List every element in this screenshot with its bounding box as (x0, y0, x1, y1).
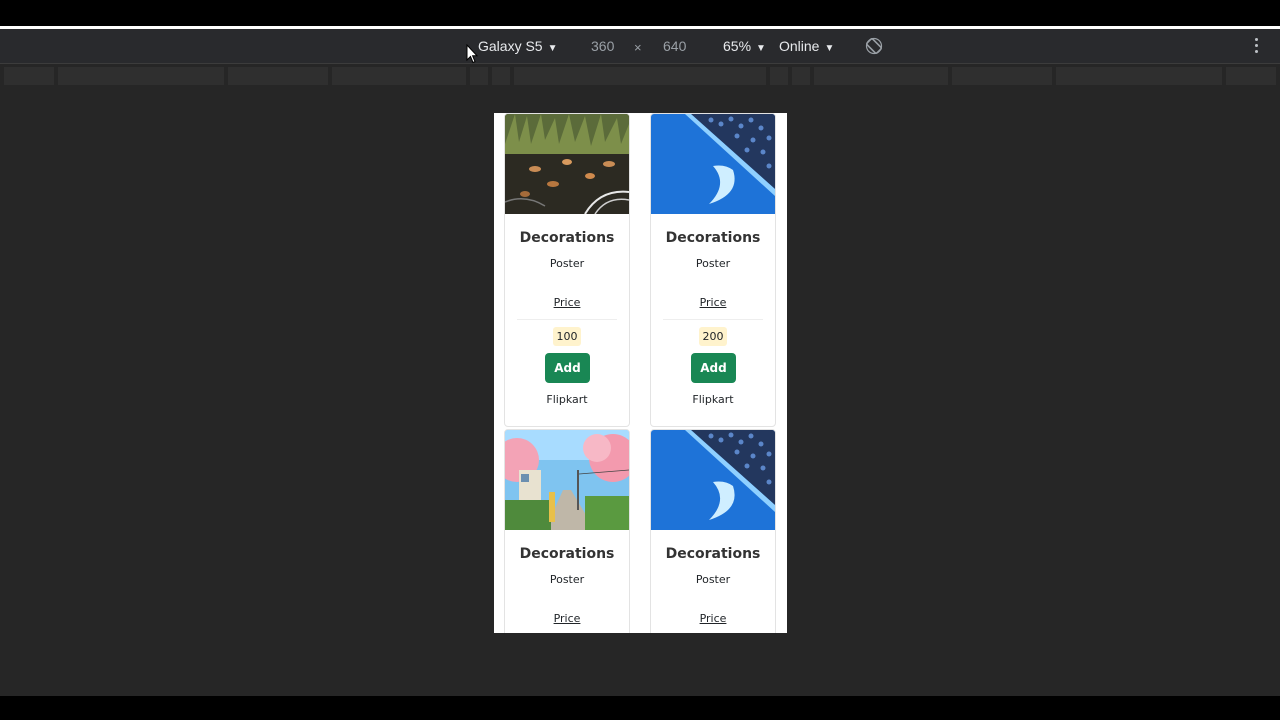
product-card: Decorations Poster Price 100 Add Flipkar… (504, 113, 630, 427)
media-query-segment[interactable] (792, 67, 810, 85)
zoom-caret-icon: ▼ (756, 43, 766, 54)
media-query-segment[interactable] (470, 67, 488, 85)
price-badge: 100 (553, 327, 581, 346)
divider (517, 319, 617, 320)
product-card: Decorations Poster Price 200 Add Flipkar… (650, 113, 776, 427)
emulated-page[interactable]: Decorations Poster Price 100 Add Flipkar… (494, 113, 787, 633)
store-name: Flipkart (546, 393, 588, 406)
media-query-bar (0, 64, 1280, 88)
dimension-times-icon: × (634, 40, 642, 55)
more-options-icon[interactable] (1254, 38, 1260, 56)
device-toolbar: Galaxy S5 ▼ 360 × 640 65% ▼ Online ▼ (0, 29, 1280, 64)
bottom-black-bar (0, 696, 1280, 720)
media-query-segment[interactable] (514, 67, 766, 85)
media-query-segment[interactable] (1056, 67, 1222, 85)
media-query-segment[interactable] (814, 67, 948, 85)
media-query-segment[interactable] (492, 67, 510, 85)
network-value: Online (779, 38, 820, 54)
zoom-value: 65% (723, 38, 752, 54)
product-category: Poster (549, 573, 585, 586)
product-image-street (505, 430, 629, 530)
network-caret-icon: ▼ (824, 43, 835, 54)
price-badge: 200 (699, 327, 727, 346)
price-label: Price (553, 612, 581, 625)
device-caret-icon: ▼ (547, 43, 558, 54)
media-query-segment[interactable] (952, 67, 1052, 85)
media-query-segment[interactable] (770, 67, 788, 85)
product-image-pool (651, 430, 775, 530)
media-query-segment[interactable] (58, 67, 224, 85)
media-query-segment[interactable] (1226, 67, 1276, 85)
zoom-select[interactable]: 65% ▼ (723, 38, 766, 54)
store-name: Flipkart (692, 393, 734, 406)
rotate-icon[interactable] (865, 37, 883, 55)
device-name: Galaxy S5 (478, 38, 543, 54)
price-label: Price (699, 296, 727, 309)
mouse-cursor-icon (466, 43, 479, 64)
product-title: Decorations (665, 546, 761, 562)
price-label: Price (699, 612, 727, 625)
product-category: Poster (695, 573, 731, 586)
add-button[interactable]: Add (545, 353, 590, 383)
network-select[interactable]: Online ▼ (779, 38, 834, 54)
media-query-segment[interactable] (4, 67, 54, 85)
price-label: Price (553, 296, 581, 309)
product-image-pond (505, 114, 629, 214)
product-card: Decorations Poster Price (650, 429, 776, 633)
height-input[interactable]: 640 (663, 38, 686, 54)
media-query-segment[interactable] (228, 67, 328, 85)
top-black-bar (0, 0, 1280, 26)
product-title: Decorations (665, 230, 761, 246)
product-category: Poster (695, 257, 731, 270)
product-card: Decorations Poster Price (504, 429, 630, 633)
product-title: Decorations (519, 546, 615, 562)
product-title: Decorations (519, 230, 615, 246)
divider (663, 319, 763, 320)
product-category: Poster (549, 257, 585, 270)
product-image-pool (651, 114, 775, 214)
device-select[interactable]: Galaxy S5 ▼ (478, 38, 558, 54)
add-button[interactable]: Add (691, 353, 736, 383)
media-query-segment[interactable] (332, 67, 466, 85)
width-input[interactable]: 360 (591, 38, 614, 54)
